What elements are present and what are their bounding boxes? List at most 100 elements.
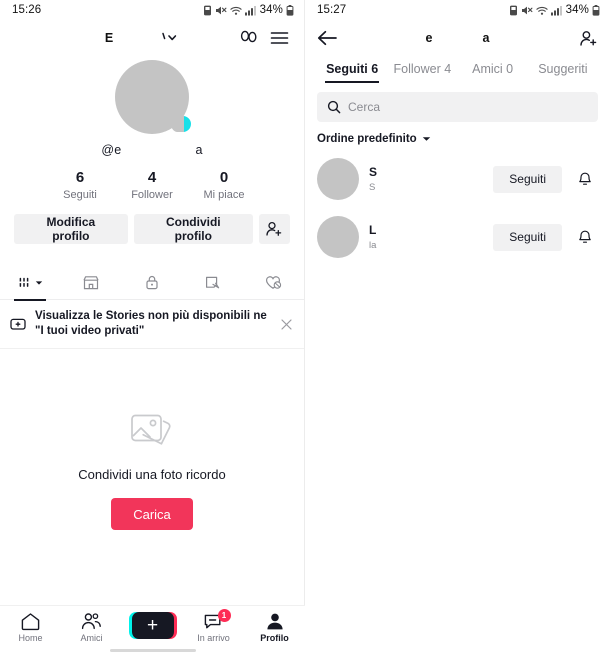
stat-value: 4: [147, 169, 157, 186]
following-segment-tabs: Seguiti 6 Follower 4 Amici 0 Suggeriti: [305, 62, 610, 83]
nav-profile-label: Profilo: [260, 633, 289, 643]
stat-label: Follower: [131, 189, 173, 201]
stories-add-icon: [10, 317, 26, 331]
signal-icon: [244, 5, 256, 16]
profile-tab-bar: [0, 266, 304, 300]
close-icon[interactable]: [278, 318, 294, 330]
tab-follower[interactable]: Follower 4: [387, 62, 457, 83]
tab-liked-hidden[interactable]: [243, 266, 304, 300]
avatar[interactable]: [115, 60, 191, 134]
bottom-navigation: Home Amici + 1 In arrivo Profilo: [0, 605, 305, 656]
grid-posts-icon: [18, 276, 33, 290]
tab-seguiti[interactable]: Seguiti 6: [317, 62, 387, 83]
hamburger-menu-icon[interactable]: [266, 25, 292, 51]
avatar-badge-icon: [171, 116, 191, 132]
figures-icon[interactable]: [236, 25, 262, 51]
stat-mi-piace[interactable]: 0 Mi piace: [188, 169, 260, 201]
tab-posts-caret-icon[interactable]: [35, 280, 43, 286]
photo-stack-icon: [129, 411, 175, 453]
following-header: e a: [305, 20, 610, 56]
profile-actions: Modifica profilo Condividi profilo: [0, 214, 304, 244]
nav-friends-label: Amici: [80, 633, 103, 643]
lock-private-icon: [144, 274, 160, 291]
stat-value: 6: [75, 169, 85, 186]
tab-suggeriti[interactable]: Suggeriti: [528, 62, 598, 83]
nav-friends[interactable]: Amici: [61, 612, 122, 643]
status-bar-left: 15:26 34%: [0, 0, 304, 20]
user-meta: S S: [369, 165, 483, 193]
sort-order-row[interactable]: Ordine predefinito: [305, 122, 610, 150]
add-person-button[interactable]: [258, 214, 290, 244]
add-person-icon: [265, 221, 283, 237]
nav-create[interactable]: +: [122, 612, 183, 639]
nav-home[interactable]: Home: [0, 612, 61, 643]
nav-inbox[interactable]: 1 In arrivo: [183, 609, 244, 643]
inbox-badge: 1: [217, 609, 231, 622]
nav-home-label: Home: [18, 633, 43, 643]
stat-label: Seguiti: [63, 189, 97, 201]
status-bar-right: 15:27 34%: [305, 0, 610, 20]
tab-amici[interactable]: Amici 0: [458, 62, 528, 83]
stories-tip-text: Visualizza le Stories non più disponibil…: [35, 310, 267, 337]
stories-tip-banner: Visualizza le Stories non più disponibil…: [0, 300, 304, 349]
following-button[interactable]: Seguiti: [493, 223, 562, 251]
handle-prefix: @e: [101, 143, 122, 157]
back-arrow-icon[interactable]: [317, 30, 343, 46]
sim-icon: [509, 5, 518, 16]
search-icon: [327, 100, 341, 114]
add-person-icon[interactable]: [572, 30, 598, 47]
avatar[interactable]: [317, 158, 359, 200]
status-icons: 34%: [509, 4, 600, 16]
upload-button[interactable]: Carica: [111, 498, 193, 530]
edit-profile-button[interactable]: Modifica profilo: [14, 214, 128, 244]
status-time: 15:27: [317, 4, 347, 16]
home-icon: [20, 612, 41, 631]
list-item[interactable]: S S Seguiti: [305, 150, 610, 208]
profile-icon: [265, 612, 285, 631]
mute-icon: [521, 5, 533, 16]
stat-follower[interactable]: 4 Follower: [116, 169, 188, 201]
left-screen-profile: 15:26 34% E @e a 6 Seguiti 4 Follower 0 …: [0, 0, 305, 656]
list-item[interactable]: L la Seguiti: [305, 208, 610, 266]
battery-icon: [592, 4, 600, 16]
storefront-icon: [82, 274, 100, 291]
stat-value: 0: [219, 169, 229, 186]
status-icons: 34%: [203, 4, 294, 16]
nav-inbox-label: In arrivo: [197, 633, 230, 643]
search-bar[interactable]: Cerca: [317, 92, 598, 122]
stat-label: Mi piace: [203, 189, 245, 201]
empty-state: Condividi una foto ricordo Carica: [0, 411, 304, 530]
dual-screenshot: 15:26 34% E @e a 6 Seguiti 4 Follower 0 …: [0, 0, 610, 656]
user-name: S: [369, 165, 378, 179]
tab-private[interactable]: [122, 266, 183, 300]
user-meta: L la: [369, 223, 483, 251]
battery-percent: 34%: [259, 4, 283, 16]
following-button[interactable]: Seguiti: [493, 165, 562, 193]
friends-icon: [80, 612, 103, 631]
bell-icon[interactable]: [572, 229, 598, 246]
nav-profile[interactable]: Profilo: [244, 612, 305, 643]
chevron-down-icon[interactable]: [148, 31, 194, 45]
title-part-1: e: [425, 31, 433, 45]
avatar-container[interactable]: [0, 60, 304, 134]
wifi-icon: [536, 5, 548, 16]
share-profile-button[interactable]: Condividi profilo: [133, 214, 253, 244]
search-input[interactable]: Cerca: [348, 100, 380, 114]
tab-repost[interactable]: [182, 266, 243, 300]
sim-icon: [203, 5, 212, 16]
tab-shop[interactable]: [61, 266, 122, 300]
chevron-down-icon[interactable]: [422, 136, 431, 142]
right-screen-following: 15:27 34% e a Seguiti 6 Follower 4 Amici…: [305, 0, 610, 656]
following-title: e a: [343, 31, 572, 45]
stat-seguiti[interactable]: 6 Seguiti: [44, 169, 116, 201]
profile-stats: 6 Seguiti 4 Follower 0 Mi piace: [0, 169, 304, 201]
user-name: L: [369, 223, 377, 237]
bell-icon[interactable]: [572, 171, 598, 188]
plus-icon[interactable]: +: [128, 612, 177, 639]
tab-posts[interactable]: [0, 266, 61, 300]
user-subtitle: la: [369, 240, 377, 251]
repost-icon: [204, 274, 222, 291]
avatar[interactable]: [317, 216, 359, 258]
profile-username-title: E: [104, 31, 114, 45]
handle-suffix: a: [195, 143, 203, 157]
